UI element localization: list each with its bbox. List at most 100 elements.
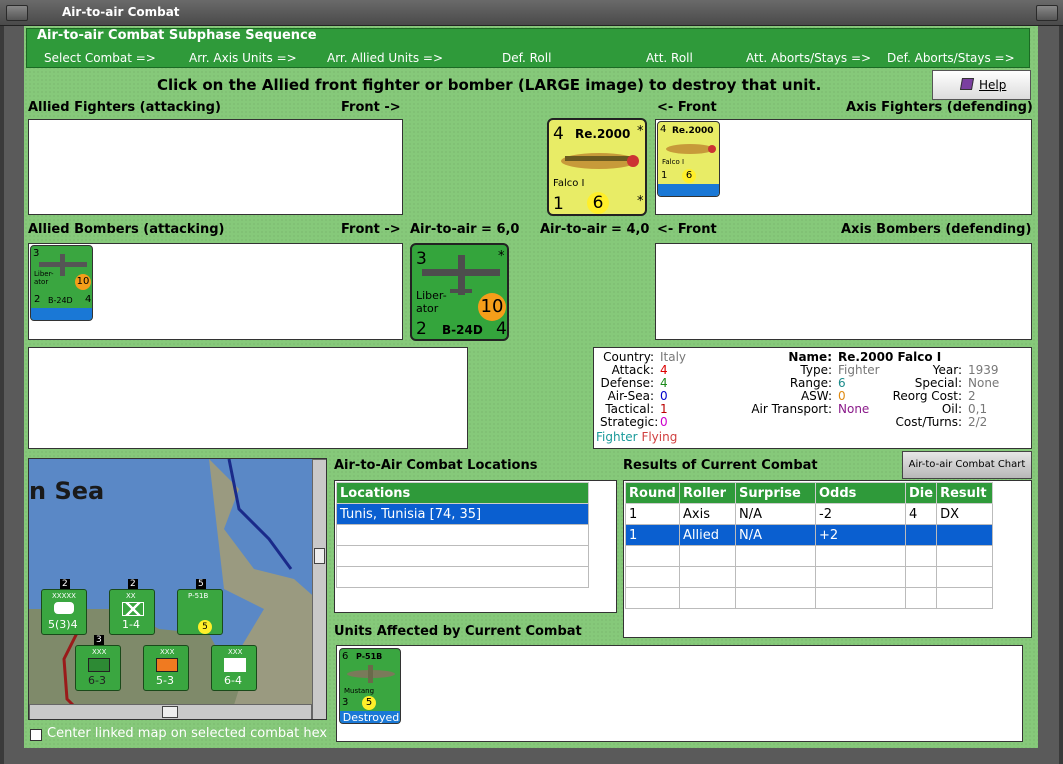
- result-cell: 4: [904, 503, 938, 525]
- map-unit-3-value: 5: [198, 620, 212, 634]
- empty-cell: [625, 566, 680, 588]
- affected-unit-def: 5: [362, 696, 376, 710]
- small-subname: Falco I: [662, 158, 685, 166]
- small-status-bar: [658, 184, 719, 196]
- center-map-checkbox[interactable]: [30, 729, 42, 741]
- armor-icon: [54, 602, 74, 614]
- bomber-defense: 4: [496, 319, 507, 339]
- bomber-model: B-24D: [442, 323, 483, 337]
- small-range: 1: [661, 170, 668, 181]
- map-unit-6-size: XXX: [228, 648, 243, 656]
- counter-attack: 4: [553, 124, 564, 144]
- combat-chart-button[interactable]: Air-to-air Combat Chart: [902, 451, 1032, 479]
- map-unit-5-size: XXX: [160, 648, 175, 656]
- bomber-range: 2: [416, 319, 427, 339]
- system-menu-button[interactable]: [6, 5, 28, 21]
- locations-title: Air-to-Air Combat Locations: [334, 458, 538, 473]
- empty-cell: [735, 545, 816, 567]
- allied-fighters-box[interactable]: [28, 119, 403, 215]
- bomber-name: Liber-ator: [416, 289, 447, 315]
- map-unit-1-size: XXXXX: [52, 592, 76, 600]
- small-bomber-defense: 4: [85, 294, 92, 305]
- linked-map[interactable]: n Sea 2 XXXXX 5(3)4 2 XX 1-4 5 P-51B 5 3…: [28, 458, 327, 720]
- map-unit-2[interactable]: 2 XX 1-4: [109, 579, 155, 635]
- affected-unit-top: 6: [342, 651, 349, 662]
- map-unit-1[interactable]: 2 XXXXX 5(3)4: [41, 579, 87, 635]
- infantry-icon: [122, 602, 144, 616]
- center-map-label: Center linked map on selected combat hex: [47, 726, 328, 741]
- result-cell: [904, 524, 938, 546]
- result-cell: +2: [815, 524, 906, 546]
- axis-front-fighter-counter[interactable]: 4 Re.2000 * Falco I 1 6 *: [547, 118, 647, 216]
- p51b-plane-icon: [347, 665, 395, 683]
- result-cell: N/A: [735, 524, 816, 546]
- front-right-label-2: Front ->: [341, 222, 401, 237]
- axis-bombers-box[interactable]: [655, 243, 1032, 340]
- allied-air-to-air-value: Air-to-air = 6,0: [410, 222, 520, 237]
- locations-header: Locations: [336, 482, 589, 504]
- affected-unit-counter[interactable]: 6 P-51B Mustang 3 5 Destroyed: [339, 648, 401, 724]
- empty-cell: [815, 545, 906, 567]
- front-left-label-2: <- Front: [657, 222, 717, 237]
- map-vertical-thumb[interactable]: [314, 548, 325, 564]
- empty-cell: [625, 587, 680, 609]
- window-title: Air-to-air Combat: [62, 5, 180, 19]
- artillery-icon: [156, 658, 178, 672]
- empty-info-box: [28, 347, 468, 449]
- step-arr-allied: Arr. Allied Units =>: [327, 51, 444, 65]
- result-cell: 1: [625, 503, 680, 525]
- map-horizontal-thumb[interactable]: [162, 706, 178, 718]
- step-def-aborts: Def. Aborts/Stays =>: [887, 51, 1015, 65]
- counter-defense: 6: [587, 192, 609, 214]
- empty-cell: [679, 587, 736, 609]
- axis-bombers-label: Axis Bombers (defending): [841, 222, 1032, 237]
- affected-unit-sub: Mustang: [344, 687, 375, 695]
- allied-bomber-small-counter[interactable]: 3 Liber-ator 10 2 B-24D 4: [30, 245, 93, 321]
- location-row-1[interactable]: Tunis, Tunisia [74, 35]: [336, 503, 589, 525]
- result-cell: DX: [936, 503, 994, 525]
- axis-fighter-small-counter[interactable]: 4 Re.2000 Falco I 1 6: [657, 121, 720, 197]
- empty-cell: [679, 545, 736, 567]
- col-round: Round: [625, 482, 680, 504]
- small-defense: 6: [682, 169, 696, 183]
- affected-units-box: 6 P-51B Mustang 3 5 Destroyed: [336, 645, 1023, 742]
- map-unit-3-stack: 5: [196, 579, 206, 589]
- col-roller: Roller: [679, 482, 736, 504]
- unit-info-panel: Country: Attack: Defense: Air-Sea: Tacti…: [593, 347, 1032, 449]
- allied-front-bomber-counter[interactable]: 3 * Liber-ator 10 2 B-24D 4: [410, 243, 509, 341]
- counter-star-2: *: [637, 194, 644, 209]
- locations-list[interactable]: Locations Tunis, Tunisia [74, 35]: [334, 480, 617, 613]
- counter-star: *: [637, 124, 644, 139]
- close-button[interactable]: [1036, 5, 1058, 21]
- strategic-value: 0: [660, 415, 668, 429]
- costturns-value: 2/2: [968, 415, 988, 429]
- front-right-label-1: Front ->: [341, 100, 401, 115]
- empty-cell: [904, 566, 938, 588]
- allied-fighters-label: Allied Fighters (attacking): [28, 100, 221, 115]
- map-unit-3-name: P-51B: [188, 592, 209, 600]
- empty-cell: [735, 587, 816, 609]
- map-unit-6[interactable]: XXX 6-4: [211, 645, 257, 691]
- info-right-keys: Year: Special: Reorg Cost: Oil: Cost/Tur…: [864, 364, 962, 429]
- allied-bombers-box[interactable]: 3 Liber-ator 10 2 B-24D 4: [28, 243, 403, 340]
- affected-unit-bottom: 3: [342, 697, 349, 708]
- help-button[interactable]: Help: [932, 70, 1031, 100]
- map-unit-6-value: 6-4: [224, 674, 242, 687]
- map-vertical-scrollbar[interactable]: [312, 459, 326, 719]
- col-result: Result: [936, 482, 994, 504]
- map-unit-3[interactable]: 5 P-51B 5: [177, 579, 223, 635]
- empty-cell: [815, 587, 906, 609]
- map-unit-2-stack: 2: [128, 579, 138, 589]
- subphase-sequence-bar: Air-to-air Combat Subphase Sequence Sele…: [26, 28, 1030, 68]
- empty-cell: [735, 566, 816, 588]
- small-bomber-name: Liber-ator: [34, 270, 54, 286]
- map-unit-5-value: 5-3: [156, 674, 174, 687]
- map-horizontal-scrollbar[interactable]: [29, 704, 312, 719]
- map-unit-1-value: 5(3)4: [48, 618, 78, 631]
- map-unit-5[interactable]: XXX 5-3: [143, 645, 189, 691]
- unit-categories: Fighter Flying: [596, 431, 677, 444]
- window-titlebar[interactable]: Air-to-air Combat: [0, 0, 1063, 26]
- axis-fighters-box[interactable]: 4 Re.2000 Falco I 1 6: [655, 119, 1032, 215]
- map-unit-4[interactable]: 3 XXX 6-3: [75, 635, 121, 691]
- col-die: Die: [904, 482, 938, 504]
